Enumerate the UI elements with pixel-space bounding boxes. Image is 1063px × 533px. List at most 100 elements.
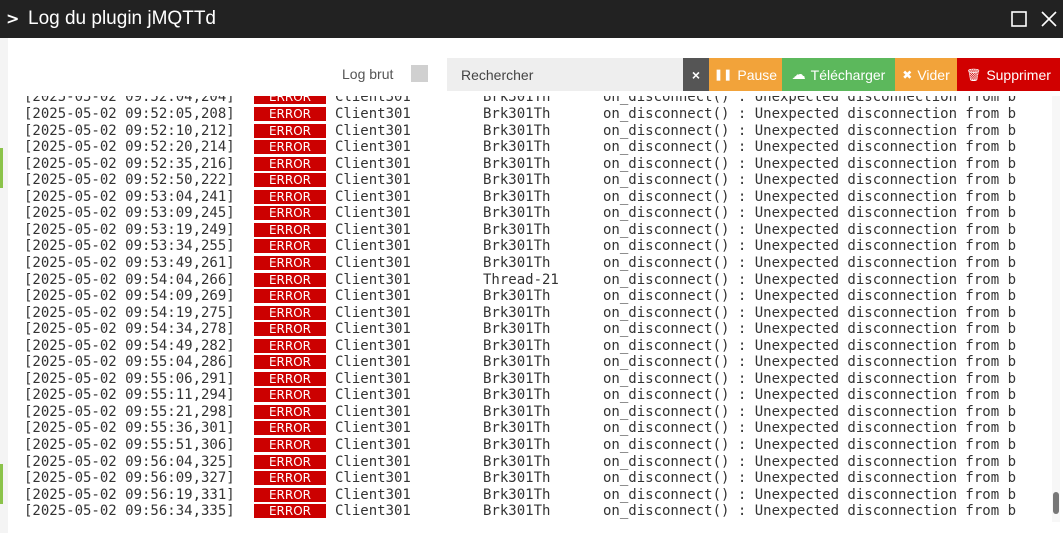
error-level-badge: ERROR xyxy=(254,96,326,105)
log-thread: Brk301Th xyxy=(483,238,551,255)
maximize-button[interactable] xyxy=(1008,8,1030,30)
scrollbar-thumb[interactable] xyxy=(1053,492,1059,514)
chevron-right-icon: > xyxy=(6,9,20,28)
log-client: Client301 xyxy=(335,503,411,520)
log-row: [2025-05-02 09:56:34,335] ERROR Client301 B… xyxy=(24,503,1054,520)
log-timestamp: [2025-05-02 09:56:34,335] xyxy=(24,503,235,520)
error-level-badge: ERROR xyxy=(254,355,326,370)
empty-label: Vider xyxy=(917,66,950,83)
delete-log-button[interactable]: 🗑 Supprimer xyxy=(957,58,1060,91)
log-row: [2025-05-02 09:55:51,306] ERROR Client301 B… xyxy=(24,437,1054,454)
log-timestamp: [2025-05-02 09:54:19,275] xyxy=(24,304,235,321)
log-timestamp: [2025-05-02 09:55:21,298] xyxy=(24,403,235,420)
download-label: Télécharger xyxy=(810,66,886,83)
close-icon xyxy=(1041,11,1057,27)
background-accent xyxy=(0,148,3,188)
background-accent xyxy=(0,464,3,504)
error-level-badge: ERROR xyxy=(254,206,326,221)
log-timestamp: [2025-05-02 09:54:09,269] xyxy=(24,288,235,305)
error-level-badge: ERROR xyxy=(254,189,326,204)
log-thread: Brk301Th xyxy=(483,221,551,238)
log-row: [2025-05-02 09:55:04,286] ERROR Client301 B… xyxy=(24,354,1054,371)
log-message: on_disconnect() : Unexpected disconnecti… xyxy=(603,304,1017,321)
log-row: [2025-05-02 09:56:04,325] ERROR Client301 B… xyxy=(24,454,1054,471)
empty-log-button[interactable]: ✖ Vider xyxy=(895,58,957,91)
log-client: Client301 xyxy=(335,221,411,238)
log-timestamp: [2025-05-02 09:55:04,286] xyxy=(24,354,235,371)
pause-button[interactable]: ❚❚ Pause xyxy=(709,58,782,91)
log-message: on_disconnect() : Unexpected disconnecti… xyxy=(603,437,1017,453)
log-message: on_disconnect() : Unexpected disconnecti… xyxy=(603,486,1017,503)
log-message: on_disconnect() : Unexpected disconnecti… xyxy=(603,238,1017,255)
log-client: Client301 xyxy=(335,122,411,139)
log-thread: Brk301Th xyxy=(483,304,551,321)
log-message: on_disconnect() : Unexpected disconnecti… xyxy=(603,96,1017,106)
error-level-badge: ERROR xyxy=(254,239,326,254)
log-timestamp: [2025-05-02 09:53:34,255] xyxy=(24,238,235,255)
log-timestamp: [2025-05-02 09:56:19,331] xyxy=(24,486,235,503)
log-timestamp: [2025-05-02 09:55:11,294] xyxy=(24,387,235,404)
log-thread: Brk301Th xyxy=(483,254,551,271)
log-message: on_disconnect() : Unexpected disconnecti… xyxy=(603,420,1017,437)
error-level-badge: ERROR xyxy=(254,471,326,486)
log-message: on_disconnect() : Unexpected disconnecti… xyxy=(603,221,1017,238)
log-timestamp: [2025-05-02 09:55:06,291] xyxy=(24,370,235,387)
download-button[interactable]: ☁ Télécharger xyxy=(782,58,895,91)
log-thread: Brk301Th xyxy=(483,106,551,122)
log-thread: Brk301Th xyxy=(483,437,551,453)
error-level-badge: ERROR xyxy=(254,404,326,419)
log-thread: Brk301Th xyxy=(483,188,551,205)
log-message: on_disconnect() : Unexpected disconnecti… xyxy=(603,337,1017,354)
log-timestamp: [2025-05-02 09:56:09,327] xyxy=(24,470,235,487)
error-level-badge: ERROR xyxy=(254,371,326,386)
log-message: on_disconnect() : Unexpected disconnecti… xyxy=(603,254,1017,271)
log-client: Client301 xyxy=(335,387,411,404)
log-row: [2025-05-02 09:53:49,261] ERROR Client301 B… xyxy=(24,255,1054,272)
log-row: [2025-05-02 09:55:06,291] ERROR Client301 B… xyxy=(24,371,1054,388)
log-thread: Brk301Th xyxy=(483,288,551,305)
search-input[interactable] xyxy=(447,58,683,91)
log-client: Client301 xyxy=(335,139,411,156)
error-level-badge: ERROR xyxy=(254,454,326,469)
error-level-badge: ERROR xyxy=(254,338,326,353)
log-row: [2025-05-02 09:53:09,245] ERROR Client301 B… xyxy=(24,205,1054,222)
log-message: on_disconnect() : Unexpected disconnecti… xyxy=(603,288,1017,305)
log-client: Client301 xyxy=(335,321,411,338)
log-message: on_disconnect() : Unexpected disconnecti… xyxy=(603,387,1017,404)
log-row: [2025-05-02 09:52:50,222] ERROR Client301 B… xyxy=(24,172,1054,189)
log-timestamp: [2025-05-02 09:54:04,266] xyxy=(24,271,235,288)
log-row: [2025-05-02 09:53:19,249] ERROR Client301 B… xyxy=(24,222,1054,239)
log-message: on_disconnect() : Unexpected disconnecti… xyxy=(603,205,1017,222)
log-client: Client301 xyxy=(335,437,411,453)
log-brut-checkbox[interactable] xyxy=(411,65,428,82)
error-level-badge: ERROR xyxy=(254,222,326,237)
log-client: Client301 xyxy=(335,254,411,271)
cloud-download-icon: ☁ xyxy=(791,66,806,83)
error-level-badge: ERROR xyxy=(254,289,326,304)
close-button[interactable] xyxy=(1038,8,1060,30)
error-level-badge: ERROR xyxy=(254,255,326,270)
error-level-badge: ERROR xyxy=(254,322,326,337)
log-row-partial: [2025-05-02 09:52:04,204] ERROR Client301 B… xyxy=(24,96,1054,106)
pause-label: Pause xyxy=(737,66,778,83)
error-level-badge: ERROR xyxy=(254,272,326,287)
clear-search-button[interactable]: × xyxy=(683,58,709,91)
log-row: [2025-05-02 09:55:21,298] ERROR Client301 B… xyxy=(24,404,1054,421)
log-content[interactable]: [2025-05-02 09:52:04,204] ERROR Client301 B… xyxy=(24,96,1054,522)
title-bar: > Log du plugin jMQTTd xyxy=(0,0,1063,38)
log-thread: Brk301Th xyxy=(483,321,551,338)
log-timestamp: [2025-05-02 09:54:49,282] xyxy=(24,337,235,354)
log-thread: Brk301Th xyxy=(483,205,551,222)
delete-label: Supprimer xyxy=(986,66,1051,83)
log-timestamp: [2025-05-02 09:54:34,278] xyxy=(24,321,235,338)
log-client: Client301 xyxy=(335,271,411,288)
log-thread: Brk301Th xyxy=(483,470,551,487)
log-client: Client301 xyxy=(335,420,411,437)
log-scrollbar[interactable] xyxy=(1052,96,1060,522)
error-level-badge: ERROR xyxy=(254,388,326,403)
log-timestamp: [2025-05-02 09:52:10,212] xyxy=(24,122,235,139)
log-message: on_disconnect() : Unexpected disconnecti… xyxy=(603,403,1017,420)
log-client: Client301 xyxy=(335,106,411,122)
log-message: on_disconnect() : Unexpected disconnecti… xyxy=(603,354,1017,371)
log-timestamp: [2025-05-02 09:55:36,301] xyxy=(24,420,235,437)
